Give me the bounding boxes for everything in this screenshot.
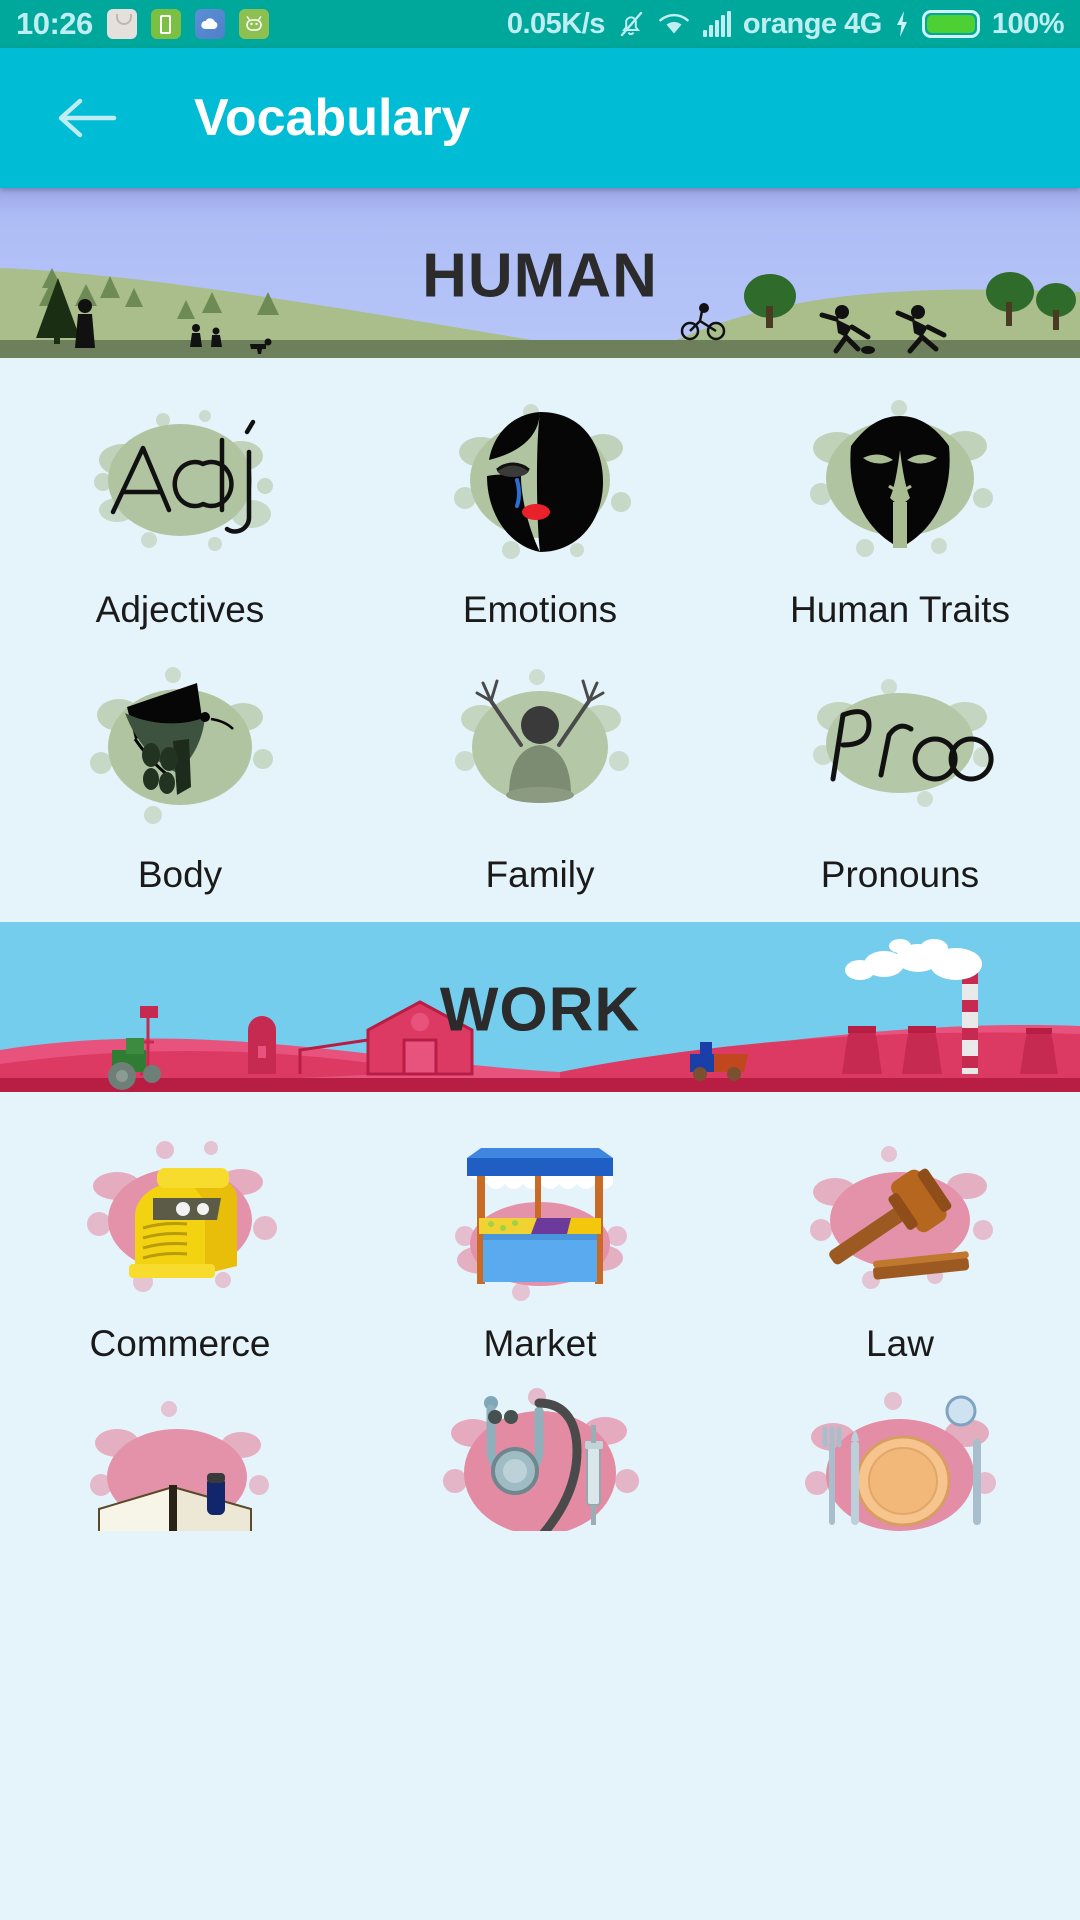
crying-face-icon [425,390,655,575]
market-stall-icon [425,1124,655,1309]
category-grid-human: Adjectives Emotions Human Traits Body Fa… [0,372,1080,902]
category-item-adjectives[interactable]: Adjectives [0,372,360,637]
category-grid-work-partial [0,1371,1080,1531]
carrier-label: orange 4G [742,7,882,40]
page-title: Vocabulary [194,89,471,147]
category-item-law[interactable]: Law [720,1106,1080,1371]
arrow-left-icon[interactable] [52,83,122,153]
network-speed: 0.05K/s [506,7,606,40]
status-bar: 10:26 0.05K/s orange 4G 100% [0,0,1080,48]
pro-handwriting-icon [785,655,1015,840]
battery-icon [921,10,980,38]
category-item-human-traits[interactable]: Human Traits [720,372,1080,637]
open-book-icon [65,1381,295,1531]
section-grid-human: Adjectives Emotions Human Traits Body Fa… [0,358,1080,922]
category-item-food[interactable] [720,1371,1080,1531]
category-item-education[interactable] [0,1371,360,1531]
shopping-bag-icon [106,9,137,39]
section-grid-work: Commerce Market Law [0,1092,1080,1371]
category-label: Human Traits [789,589,1010,630]
category-label: Law [866,1323,934,1364]
wifi-icon [657,11,691,37]
category-item-commerce[interactable]: Commerce [0,1106,360,1371]
status-bar-left: 10:26 [16,6,269,42]
category-item-emotions[interactable]: Emotions [360,372,720,637]
clock: 10:26 [16,6,93,41]
partial-row [0,1371,1080,1531]
mute-bell-icon [617,9,645,39]
category-item-body[interactable]: Body [0,637,360,902]
battery-percent: 100% [991,7,1065,40]
status-bar-right: 0.05K/s orange 4G 100% [506,7,1065,41]
category-label: Family [485,854,595,895]
category-grid-work: Commerce Market Law [0,1106,1080,1371]
section-title-work: WORK [439,975,641,1045]
cloud-sync-icon [194,9,225,39]
face-mask-icon [785,390,1015,575]
cash-register-icon [65,1124,295,1309]
signal-bars-icon [702,11,731,37]
human-torso-icon [65,655,295,840]
category-label: Market [483,1323,597,1364]
section-title-human: HUMAN [422,241,658,311]
android-app-icon [238,9,269,39]
stethoscope-icon [425,1381,655,1531]
category-item-health[interactable] [360,1371,720,1531]
category-item-family[interactable]: Family [360,637,720,902]
battery-saver-icon [150,9,181,39]
plate-cutlery-icon [785,1381,1015,1531]
app-bar: Vocabulary [0,48,1080,188]
category-label: Emotions [462,589,618,630]
section-banner-human[interactable]: HUMAN [0,188,1080,358]
adj-handwriting-icon [65,390,295,575]
category-label: Commerce [89,1323,271,1364]
category-label: Pronouns [820,854,980,895]
category-item-pronouns[interactable]: Pronouns [720,637,1080,902]
category-label: Body [137,854,223,895]
category-item-market[interactable]: Market [360,1106,720,1371]
category-label: Adjectives [95,589,265,630]
charging-bolt-icon [894,10,910,38]
gavel-icon [785,1124,1015,1309]
section-banner-work[interactable]: WORK [0,922,1080,1092]
family-figure-icon [425,655,655,840]
